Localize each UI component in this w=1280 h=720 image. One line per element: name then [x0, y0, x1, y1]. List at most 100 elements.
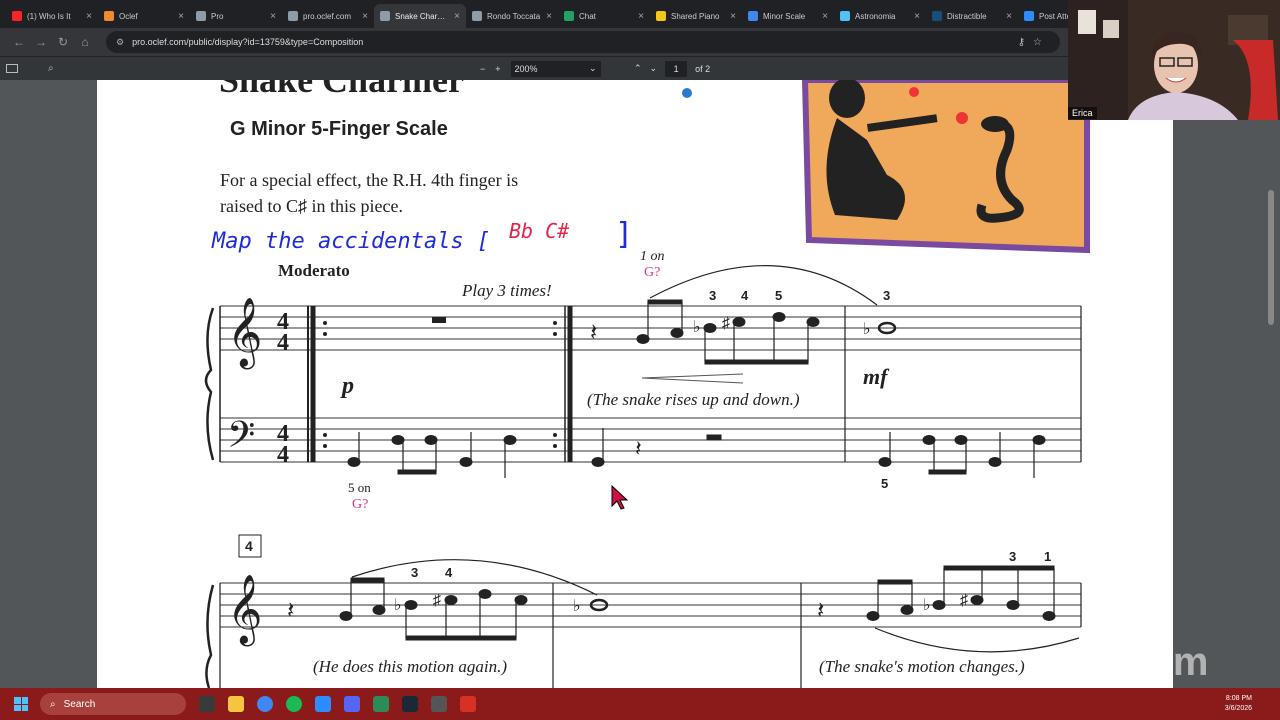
acrobat-icon[interactable]: [460, 696, 476, 712]
spotify-icon[interactable]: [286, 696, 302, 712]
tab-close-icon[interactable]: ×: [1006, 11, 1012, 22]
tab-close-icon[interactable]: ×: [638, 11, 644, 22]
url-field[interactable]: ⚙ pro.oclef.com/public/display?id=13759&…: [106, 31, 1060, 53]
tab-favicon-icon: [288, 11, 298, 21]
reload-icon[interactable]: ↻: [52, 35, 74, 49]
sidebar-toggle-icon[interactable]: [6, 64, 18, 73]
tab-favicon-icon: [840, 11, 850, 21]
tab-close-icon[interactable]: ×: [730, 11, 736, 22]
bass-staff-1: [220, 417, 1081, 463]
repeat-instruction: Play 3 times!: [461, 281, 552, 300]
prev-page-icon[interactable]: ⌃: [634, 63, 642, 74]
tab-title: Minor Scale: [763, 11, 806, 21]
browser-tab[interactable]: Astronomia ×: [834, 4, 926, 28]
time-sig-bottom-bass: 4: [277, 442, 289, 468]
treble-notes-m4: [339, 577, 528, 641]
fingering-8: 3: [1009, 549, 1016, 564]
task-view-icon[interactable]: [199, 696, 215, 712]
caption-again: (He does this motion again.): [313, 657, 507, 676]
participant-name: Erica: [1068, 107, 1097, 119]
svg-text:♭: ♭: [573, 598, 581, 615]
svg-text:♭: ♭: [693, 319, 701, 336]
tab-close-icon[interactable]: ×: [178, 11, 184, 22]
taskbar-search[interactable]: ⌕ Search: [40, 693, 186, 715]
chrome-icon[interactable]: [257, 696, 273, 712]
bass-notes-m1: [347, 432, 517, 478]
tab-favicon-icon: [1024, 11, 1034, 21]
steam-icon[interactable]: [402, 696, 418, 712]
browser-tab[interactable]: (1) Who Is It ×: [6, 4, 98, 28]
tab-title: Rondo Toccata: [487, 11, 541, 21]
minecraft-icon[interactable]: [373, 696, 389, 712]
system-clock[interactable]: 8:08 PM 3/6/2026: [1225, 694, 1252, 714]
whole-rest: [432, 317, 446, 323]
site-info-icon[interactable]: ⚙: [116, 37, 124, 48]
browser-tab[interactable]: Distractible ×: [926, 4, 1018, 28]
zoom-value: 200%: [514, 63, 538, 74]
page-controls: ⌃ ⌄ 1 of 2: [634, 60, 710, 77]
tab-favicon-icon: [104, 11, 114, 21]
treble-staff-1: [220, 305, 1081, 351]
tab-close-icon[interactable]: ×: [454, 11, 460, 22]
piece-subtitle: G Minor 5-Finger Scale: [230, 118, 448, 140]
svg-text:♭: ♭: [923, 597, 931, 614]
app-icon[interactable]: [431, 696, 447, 712]
treble-clef-icon-2: 𝄞: [227, 575, 262, 646]
tab-title: Distractible: [947, 11, 987, 21]
tab-favicon-icon: [564, 11, 574, 21]
zoom-select[interactable]: 200% ⌄: [510, 60, 601, 77]
browser-tab[interactable]: Snake Charmer ×: [374, 4, 466, 28]
search-icon: ⌕: [50, 698, 56, 710]
fingering-1: 3: [709, 288, 716, 303]
home-icon[interactable]: ⌂: [74, 35, 96, 49]
tab-favicon-icon: [380, 11, 390, 21]
browser-tab[interactable]: Pro ×: [190, 4, 282, 28]
tab-close-icon[interactable]: ×: [822, 11, 828, 22]
webcam-video: [1068, 0, 1280, 120]
browser-tab[interactable]: Minor Scale ×: [742, 4, 834, 28]
tab-favicon-icon: [196, 11, 206, 21]
file-explorer-icon[interactable]: [228, 696, 244, 712]
browser-tab[interactable]: pro.oclef.com ×: [282, 4, 374, 28]
fingering-2: 4: [741, 288, 749, 303]
tab-title: pro.oclef.com: [303, 11, 352, 21]
svg-text:𝄽: 𝄽: [635, 436, 642, 461]
fingering-9: 1: [1044, 549, 1051, 564]
tab-close-icon[interactable]: ×: [362, 11, 368, 22]
zoom-out-icon[interactable]: −: [480, 64, 485, 74]
forward-icon[interactable]: →: [30, 35, 52, 49]
bass-notes-m3: [878, 432, 1046, 478]
back-icon[interactable]: ←: [8, 35, 30, 49]
tab-close-icon[interactable]: ×: [86, 11, 92, 22]
browser-tab[interactable]: Rondo Toccata ×: [466, 4, 558, 28]
handwritten-note: Map the accidentals [: [211, 229, 490, 254]
fingering-note-top: G?: [644, 265, 660, 280]
discord-icon[interactable]: [344, 696, 360, 712]
handwritten-bracket: ]: [615, 217, 633, 252]
tab-close-icon[interactable]: ×: [270, 11, 276, 22]
clock-date: 3/6/2026: [1224, 705, 1252, 712]
browser-tab[interactable]: Shared Piano ×: [650, 4, 742, 28]
caption-changes: (The snake's motion changes.): [819, 657, 1025, 676]
pdf-search-icon[interactable]: ⌕: [48, 63, 54, 74]
tab-close-icon[interactable]: ×: [914, 11, 920, 22]
pdf-viewer[interactable]: Snake Charmer G Minor 5-Finger Scale For…: [0, 80, 1280, 688]
next-page-icon[interactable]: ⌄: [650, 63, 658, 74]
browser-tab[interactable]: Chat ×: [558, 4, 650, 28]
page-number-input[interactable]: 1: [665, 60, 688, 77]
sheet-music: Snake Charmer G Minor 5-Finger Scale For…: [204, 80, 1090, 688]
webcam-image: [1068, 0, 1280, 120]
bass-clef-icon: 𝄢: [227, 415, 255, 464]
browser-tab[interactable]: Oclef ×: [98, 4, 190, 28]
instruction-line-2: raised to C♯ in this piece.: [220, 196, 403, 216]
measure-number: 4: [245, 538, 253, 554]
bookmark-star-icon[interactable]: ⚷☆: [1018, 37, 1050, 48]
zoom-icon[interactable]: [315, 696, 331, 712]
tab-close-icon[interactable]: ×: [546, 11, 552, 22]
zoom-in-icon[interactable]: +: [495, 64, 500, 74]
instruction-line-1: For a special effect, the R.H. 4th finge…: [220, 170, 518, 190]
windows-start-icon[interactable]: [14, 697, 28, 711]
address-bar: ← → ↻ ⌂ ⚙ pro.oclef.com/public/display?i…: [0, 28, 1068, 56]
scrollbar[interactable]: [1268, 190, 1274, 325]
fingering-annotation-top: 1 on: [640, 249, 665, 264]
